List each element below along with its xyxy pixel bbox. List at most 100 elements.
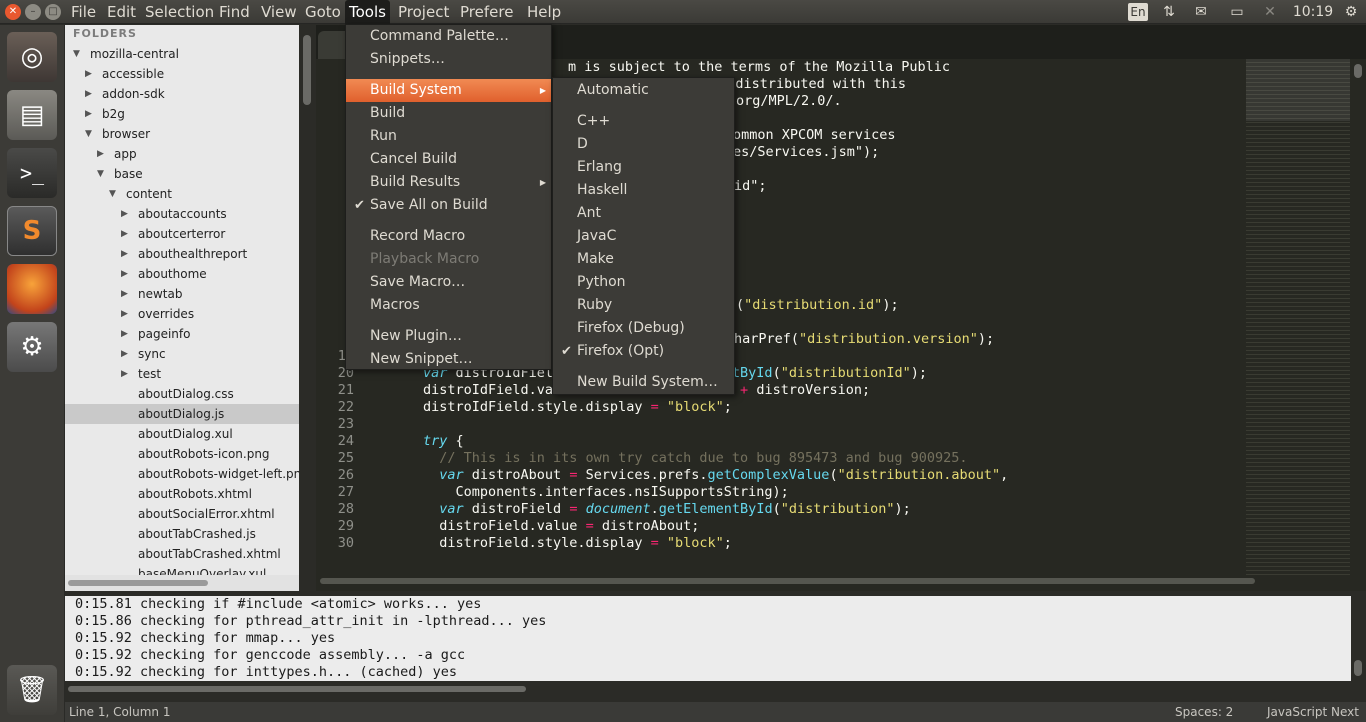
code-line[interactable]: 29 distroField.value = distroAbout; bbox=[316, 518, 1246, 535]
collapsed-arrow-icon[interactable]: ▶ bbox=[121, 244, 128, 264]
build-system-item-firefox-debug[interactable]: Firefox (Debug) bbox=[553, 317, 734, 340]
trash-icon[interactable]: 🗑 bbox=[7, 665, 57, 715]
build-system-item-javac[interactable]: JavaC bbox=[553, 225, 734, 248]
clock[interactable]: 10:19 bbox=[1290, 0, 1336, 24]
tools-menu-item-macros[interactable]: Macros bbox=[346, 294, 551, 317]
tree-item-aboutsocialerror-xhtml[interactable]: aboutSocialError.xhtml bbox=[65, 504, 299, 524]
tools-menu-item-record-macro[interactable]: Record Macro bbox=[346, 225, 551, 248]
minimize-window-icon[interactable]: – bbox=[25, 4, 41, 20]
tree-item-app[interactable]: ▶ app bbox=[65, 144, 299, 164]
close-window-icon[interactable]: ✕ bbox=[5, 4, 21, 20]
files-icon[interactable]: ▤ bbox=[7, 90, 57, 140]
tree-item-abouthealthreport[interactable]: ▶ abouthealthreport bbox=[65, 244, 299, 264]
tree-item-pageinfo[interactable]: ▶ pageinfo bbox=[65, 324, 299, 344]
collapsed-arrow-icon[interactable]: ▶ bbox=[121, 304, 128, 324]
expanded-arrow-icon[interactable]: ▼ bbox=[73, 44, 80, 64]
tree-item-abouttabcrashed-xhtml[interactable]: aboutTabCrashed.xhtml bbox=[65, 544, 299, 564]
tree-item-aboutrobots-icon-png[interactable]: aboutRobots-icon.png bbox=[65, 444, 299, 464]
build-system-item-c[interactable]: C++ bbox=[553, 110, 734, 133]
tools-menu-item-new-plugin[interactable]: New Plugin… bbox=[346, 325, 551, 348]
sublime-text-icon[interactable]: S bbox=[7, 206, 57, 256]
code-line[interactable]: 23 bbox=[316, 416, 1246, 433]
tree-item-newtab[interactable]: ▶ newtab bbox=[65, 284, 299, 304]
collapsed-arrow-icon[interactable]: ▶ bbox=[121, 204, 128, 224]
keyboard-language-indicator[interactable]: En bbox=[1128, 3, 1148, 21]
output-scrollbar[interactable] bbox=[1354, 660, 1362, 676]
minimap[interactable] bbox=[1246, 59, 1350, 575]
tree-item-overrides[interactable]: ▶ overrides bbox=[65, 304, 299, 324]
code-line[interactable]: 24 try { bbox=[316, 433, 1246, 450]
ubuntu-dash-icon[interactable]: ◎ bbox=[7, 32, 57, 82]
build-system-item-d[interactable]: D bbox=[553, 133, 734, 156]
terminal-icon[interactable]: >_ bbox=[7, 148, 57, 198]
sidebar-hscrollbar[interactable] bbox=[68, 580, 208, 586]
tree-item-mozilla-central[interactable]: ▼ mozilla-central bbox=[65, 44, 299, 64]
tree-item-b2g[interactable]: ▶ b2g bbox=[65, 104, 299, 124]
tools-menu-item-build-results[interactable]: Build Results ▶ bbox=[346, 171, 551, 194]
system-settings-icon[interactable]: ⚙ bbox=[7, 322, 57, 372]
build-system-item-ruby[interactable]: Ruby bbox=[553, 294, 734, 317]
build-system-item-erlang[interactable]: Erlang bbox=[553, 156, 734, 179]
menu-goto[interactable]: Goto bbox=[301, 0, 345, 24]
tree-item-aboutdialog-xul[interactable]: aboutDialog.xul bbox=[65, 424, 299, 444]
firefox-icon[interactable] bbox=[7, 264, 57, 314]
sidebar-scrollbar[interactable] bbox=[303, 35, 311, 105]
collapsed-arrow-icon[interactable]: ▶ bbox=[121, 284, 128, 304]
collapsed-arrow-icon[interactable]: ▶ bbox=[121, 224, 128, 244]
tools-menu-item-cancel-build[interactable]: Cancel Build bbox=[346, 148, 551, 171]
menu-preferences[interactable]: Preferences bbox=[456, 0, 514, 24]
code-line[interactable]: 26 var distroAbout = Services.prefs.getC… bbox=[316, 467, 1246, 484]
editor-scrollbar[interactable] bbox=[1354, 64, 1362, 78]
tree-item-aboutdialog-js[interactable]: aboutDialog.js bbox=[65, 404, 299, 424]
tree-item-abouthome[interactable]: ▶ abouthome bbox=[65, 264, 299, 284]
tools-menu-item-snippets[interactable]: Snippets… bbox=[346, 48, 551, 71]
collapsed-arrow-icon[interactable]: ▶ bbox=[121, 364, 128, 384]
code-line[interactable]: 25 // This is in its own try catch due t… bbox=[316, 450, 1246, 467]
tools-menu-item-build-system[interactable]: Build System ▶ bbox=[346, 79, 551, 102]
menu-tools[interactable]: Tools bbox=[345, 0, 390, 24]
menu-help[interactable]: Help bbox=[523, 0, 565, 24]
expanded-arrow-icon[interactable]: ▼ bbox=[85, 124, 92, 144]
tree-item-base[interactable]: ▼ base bbox=[65, 164, 299, 184]
syntax-selector[interactable]: JavaScript Next bbox=[1267, 702, 1359, 722]
collapsed-arrow-icon[interactable]: ▶ bbox=[85, 84, 92, 104]
collapsed-arrow-icon[interactable]: ▶ bbox=[85, 104, 92, 124]
build-system-item-ant[interactable]: Ant bbox=[553, 202, 734, 225]
network-icon[interactable]: ⇅ bbox=[1158, 0, 1180, 24]
collapsed-arrow-icon[interactable]: ▶ bbox=[121, 344, 128, 364]
build-system-item-python[interactable]: Python bbox=[553, 271, 734, 294]
build-system-item-haskell[interactable]: Haskell bbox=[553, 179, 734, 202]
power-gear-icon[interactable]: ⚙ bbox=[1340, 0, 1362, 24]
code-line[interactable]: 28 var distroField = document.getElement… bbox=[316, 501, 1246, 518]
mail-icon[interactable]: ✉ bbox=[1190, 0, 1212, 24]
tree-item-abouttabcrashed-js[interactable]: aboutTabCrashed.js bbox=[65, 524, 299, 544]
editor-hscrollbar[interactable] bbox=[320, 578, 1255, 584]
tools-menu-item-run[interactable]: Run bbox=[346, 125, 551, 148]
tree-item-content[interactable]: ▼ content bbox=[65, 184, 299, 204]
build-system-item-firefox-opt[interactable]: ✔ Firefox (Opt) bbox=[553, 340, 734, 363]
tree-item-aboutdialog-css[interactable]: aboutDialog.css bbox=[65, 384, 299, 404]
tools-menu-item-new-snippet[interactable]: New Snippet… bbox=[346, 348, 551, 371]
tools-menu-item-command-palette[interactable]: Command Palette… bbox=[346, 25, 551, 48]
expanded-arrow-icon[interactable]: ▼ bbox=[109, 184, 116, 204]
indentation-setting[interactable]: Spaces: 2 bbox=[1175, 702, 1233, 722]
tree-item-accessible[interactable]: ▶ accessible bbox=[65, 64, 299, 84]
output-hscrollbar[interactable] bbox=[68, 686, 526, 692]
tree-item-browser[interactable]: ▼ browser bbox=[65, 124, 299, 144]
code-line[interactable]: 21distroIdField.value = distroId + " - "… bbox=[316, 382, 1246, 399]
maximize-window-icon[interactable]: □ bbox=[45, 4, 61, 20]
collapsed-arrow-icon[interactable]: ▶ bbox=[85, 64, 92, 84]
battery-icon[interactable]: ▭ bbox=[1225, 0, 1249, 24]
minimap-viewport[interactable] bbox=[1246, 59, 1350, 121]
tree-item-aboutrobots-xhtml[interactable]: aboutRobots.xhtml bbox=[65, 484, 299, 504]
collapsed-arrow-icon[interactable]: ▶ bbox=[97, 144, 104, 164]
tree-item-aboutrobots-widget-left-png[interactable]: aboutRobots-widget-left.png bbox=[65, 464, 299, 484]
tools-menu-item-save-all-on-build[interactable]: ✔ Save All on Build bbox=[346, 194, 551, 217]
volume-muted-icon[interactable]: ✕ bbox=[1259, 0, 1281, 24]
menu-edit[interactable]: Edit bbox=[103, 0, 140, 24]
build-system-item-new-build-system[interactable]: New Build System… bbox=[553, 371, 734, 394]
tree-item-basemenuoverlay-xul[interactable]: baseMenuOverlay.xul bbox=[65, 564, 299, 575]
build-system-item-make[interactable]: Make bbox=[553, 248, 734, 271]
tree-item-aboutcerterror[interactable]: ▶ aboutcerterror bbox=[65, 224, 299, 244]
tree-item-aboutaccounts[interactable]: ▶ aboutaccounts bbox=[65, 204, 299, 224]
